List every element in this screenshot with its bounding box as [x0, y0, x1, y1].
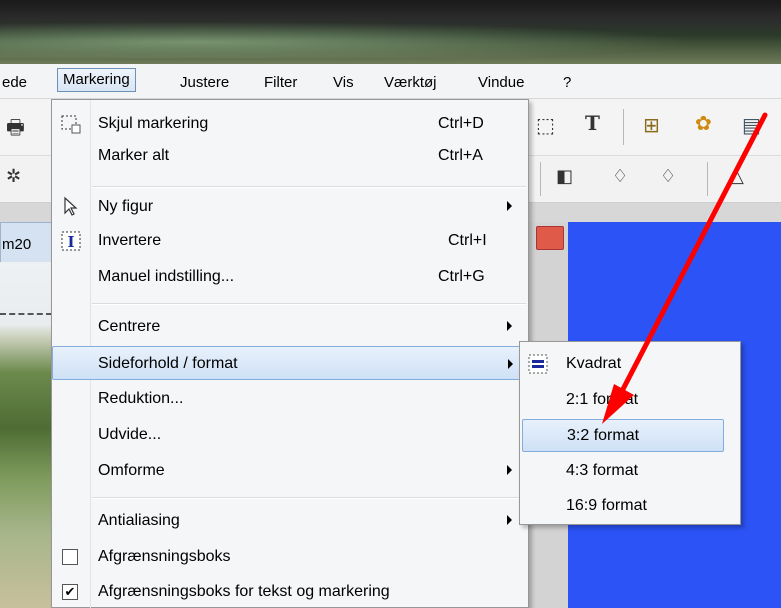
- submenu-arrow-icon: [507, 515, 512, 525]
- menu-item-afgraensningsboks-tekst[interactable]: ✔ Afgrænsningsboks for tekst og markerin…: [52, 577, 528, 608]
- menu-vindue[interactable]: Vindue: [478, 74, 524, 91]
- menu-item-label: Skjul markering: [98, 115, 209, 132]
- submenu-item-16-9-format[interactable]: 16:9 format: [522, 490, 724, 523]
- menu-item-shortcut: Ctrl+I: [448, 232, 487, 249]
- toolbar-separator: [540, 162, 541, 196]
- submenu-arrow-icon: [508, 359, 513, 369]
- selection-rect-icon: [61, 115, 81, 134]
- submenu-item-label: Kvadrat: [566, 355, 622, 372]
- menu-separator: [92, 303, 526, 305]
- menu-item-manuel-indstilling[interactable]: Manuel indstilling... Ctrl+G: [52, 262, 528, 293]
- submenu-item-label: 3:2 format: [567, 427, 640, 444]
- menu-item-shortcut: Ctrl+A: [438, 147, 483, 164]
- menu-item-shortcut: Ctrl+D: [438, 115, 484, 132]
- submenu-arrow-icon: [507, 465, 512, 475]
- menu-item-marker-alt[interactable]: Marker alt Ctrl+A: [52, 141, 528, 172]
- triangle-icon[interactable]: △: [730, 166, 744, 187]
- menu-item-label: Sideforhold / format: [98, 355, 238, 372]
- text-tool-icon[interactable]: T: [585, 111, 600, 135]
- menu-item-udvide[interactable]: Udvide...: [52, 420, 528, 451]
- menu-item-centrere[interactable]: Centrere: [52, 312, 528, 343]
- tree-icon[interactable]: ⊞: [643, 113, 660, 138]
- menu-item-sideforhold-format[interactable]: Sideforhold / format: [52, 346, 528, 380]
- menu-separator: [92, 497, 526, 499]
- toolbar-separator: [623, 109, 624, 145]
- print-icon[interactable]: 🖶: [6, 113, 25, 147]
- menu-item-skjul-markering[interactable]: Skjul markering Ctrl+D: [52, 109, 528, 140]
- window-title-bar: [0, 0, 781, 64]
- svg-text:I: I: [67, 233, 74, 251]
- submenu-item-4-3-format[interactable]: 4:3 format: [522, 455, 724, 488]
- submenu-item-kvadrat[interactable]: Kvadrat: [522, 348, 724, 381]
- checkmark-icon: ✔: [62, 584, 78, 600]
- double-drop-icon[interactable]: ♢: [660, 166, 676, 187]
- menu-item-label: Afgrænsningsboks: [98, 548, 231, 565]
- menu-item-label: Centrere: [98, 318, 161, 335]
- submenu-item-label: 2:1 format: [566, 391, 639, 408]
- menu-vis[interactable]: Vis: [333, 74, 354, 91]
- menu-justere[interactable]: Justere: [180, 74, 229, 91]
- menu-billede[interactable]: ede: [2, 74, 27, 91]
- close-icon[interactable]: [536, 226, 564, 250]
- checkbox-unchecked-icon: [62, 549, 78, 565]
- menu-item-omforme[interactable]: Omforme: [52, 456, 528, 487]
- mirror-icon[interactable]: ◧: [556, 166, 573, 187]
- menu-item-afgraensningsboks[interactable]: Afgrænsningsboks: [52, 542, 528, 573]
- menu-item-label: Manuel indstilling...: [98, 268, 235, 285]
- menu-separator: [92, 186, 526, 188]
- magic-wand-icon[interactable]: ✲: [6, 166, 21, 187]
- submenu-item-label: 16:9 format: [566, 497, 647, 514]
- menu-help[interactable]: ?: [563, 74, 571, 91]
- document-tab-label: m20: [2, 236, 32, 253]
- submenu-item-label: 4:3 format: [566, 462, 639, 479]
- menu-vaerktoj[interactable]: Værktøj: [384, 74, 437, 91]
- submenu-arrow-icon: [507, 321, 512, 331]
- menu-item-label: Reduktion...: [98, 390, 184, 407]
- submenu-item-2-1-format[interactable]: 2:1 format: [522, 384, 724, 417]
- invert-selection-icon: I: [61, 231, 81, 251]
- selection-marquee: [0, 313, 52, 315]
- menu-item-label: Omforme: [98, 462, 165, 479]
- menu-bar: ede Markering Justere Filter Vis Værktøj…: [0, 64, 781, 99]
- selection-tool-icon[interactable]: ⬚: [536, 113, 555, 138]
- menu-item-antialiasing[interactable]: Antialiasing: [52, 506, 528, 537]
- submenu-item-3-2-format[interactable]: 3:2 format: [522, 419, 724, 452]
- menu-item-label: Afgrænsningsboks for tekst og markering: [98, 583, 390, 600]
- menu-item-label: Ny figur: [98, 198, 154, 215]
- plugin-icon[interactable]: ✿: [695, 111, 712, 136]
- arrow-cursor-icon: [64, 196, 78, 216]
- menu-item-label: Antialiasing: [98, 512, 180, 529]
- submenu-arrow-icon: [507, 201, 512, 211]
- menu-item-label: Invertere: [98, 232, 162, 249]
- menu-filter[interactable]: Filter: [264, 74, 297, 91]
- menu-item-label: Udvide...: [98, 426, 162, 443]
- menu-item-ny-figur[interactable]: Ny figur: [52, 192, 528, 223]
- menu-item-shortcut: Ctrl+G: [438, 268, 485, 285]
- toolbar-separator: [707, 162, 708, 196]
- equals-icon: [528, 354, 548, 374]
- menu-item-label: Marker alt: [98, 147, 170, 164]
- drop-icon[interactable]: ♢: [612, 166, 628, 187]
- window-icon[interactable]: ▤: [742, 113, 761, 138]
- menu-markering[interactable]: Markering: [57, 68, 136, 92]
- menu-item-invertere[interactable]: I Invertere Ctrl+I: [52, 226, 528, 257]
- menu-item-reduktion[interactable]: Reduktion...: [52, 384, 528, 415]
